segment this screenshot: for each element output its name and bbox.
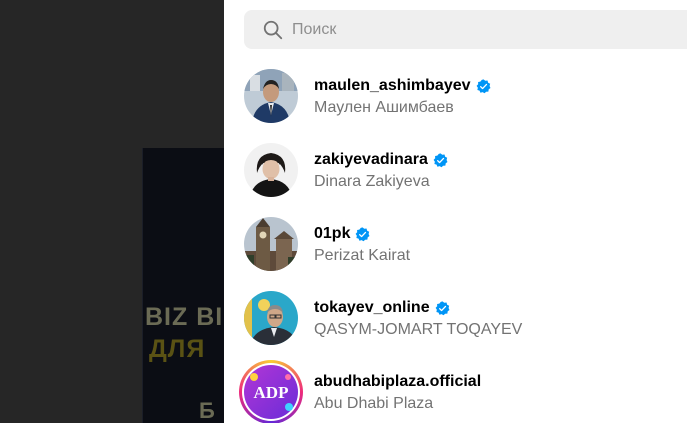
result-full-name: Dinara Zakiyeva [314, 173, 430, 190]
result-full-name: QASYM-JOMART TOQAYEV [314, 321, 523, 338]
result-username: zakiyevadinara [314, 151, 428, 168]
adp-logo-text: ADP [254, 383, 289, 402]
screen: BIZ BI ДЛЯ Б Поиск maulen_ashimbayev Мау… [0, 0, 687, 423]
result-names: abudhabiplaza.official Abu Dhabi Plaza [314, 371, 481, 413]
avatar [244, 217, 298, 271]
background-video-frame: BIZ BI ДЛЯ Б [142, 148, 225, 423]
verified-badge-icon [476, 78, 491, 93]
search-bar[interactable] [244, 10, 687, 49]
result-names: zakiyevadinara Dinara Zakiyeva [314, 149, 448, 191]
result-names: tokayev_online QASYM-JOMART TOQAYEV [314, 297, 522, 339]
background-text-line: BIZ BI [145, 303, 224, 331]
search-result-item[interactable]: 01pk Perizat Kairat [224, 210, 687, 284]
result-username: tokayev_online [314, 299, 430, 316]
search-result-item[interactable]: zakiyevadinara Dinara Zakiyeva [224, 136, 687, 210]
search-results-list: maulen_ashimbayev Маулен Ашимбаев zakiye… [224, 62, 687, 423]
verified-badge-icon [356, 226, 370, 241]
result-username: maulen_ashimbayev [314, 77, 471, 94]
result-names: 01pk Perizat Kairat [314, 223, 410, 265]
verified-badge-icon [433, 152, 448, 167]
result-full-name: Abu Dhabi Plaza [314, 395, 434, 412]
search-result-item[interactable]: ADP abudhabiplaza.official Abu Dhabi Pla… [224, 358, 687, 423]
background-text-line: ДЛЯ [149, 335, 206, 363]
result-full-name: Маулен Ашимбаев [314, 99, 454, 116]
search-result-item[interactable]: tokayev_online QASYM-JOMART TOQAYEV [224, 284, 687, 358]
avatar [244, 143, 298, 197]
verified-badge-icon [435, 300, 450, 315]
search-input[interactable] [292, 10, 672, 49]
result-names: maulen_ashimbayev Маулен Ашимбаев [314, 75, 491, 117]
background-text-line: Б [199, 398, 216, 423]
search-result-item[interactable]: maulen_ashimbayev Маулен Ашимбаев [224, 62, 687, 136]
search-panel: maulen_ashimbayev Маулен Ашимбаев [224, 0, 687, 423]
avatar [244, 291, 298, 345]
dimmed-backdrop[interactable]: BIZ BI ДЛЯ Б [0, 0, 225, 423]
avatar [244, 69, 298, 123]
avatar-with-story-ring[interactable]: ADP [239, 360, 303, 423]
result-full-name: Perizat Kairat [314, 247, 411, 264]
result-username: abudhabiplaza.official [314, 373, 482, 390]
search-icon [263, 20, 283, 40]
adp-logo-icon: ADP [244, 365, 298, 419]
result-username: 01pk [314, 225, 351, 242]
